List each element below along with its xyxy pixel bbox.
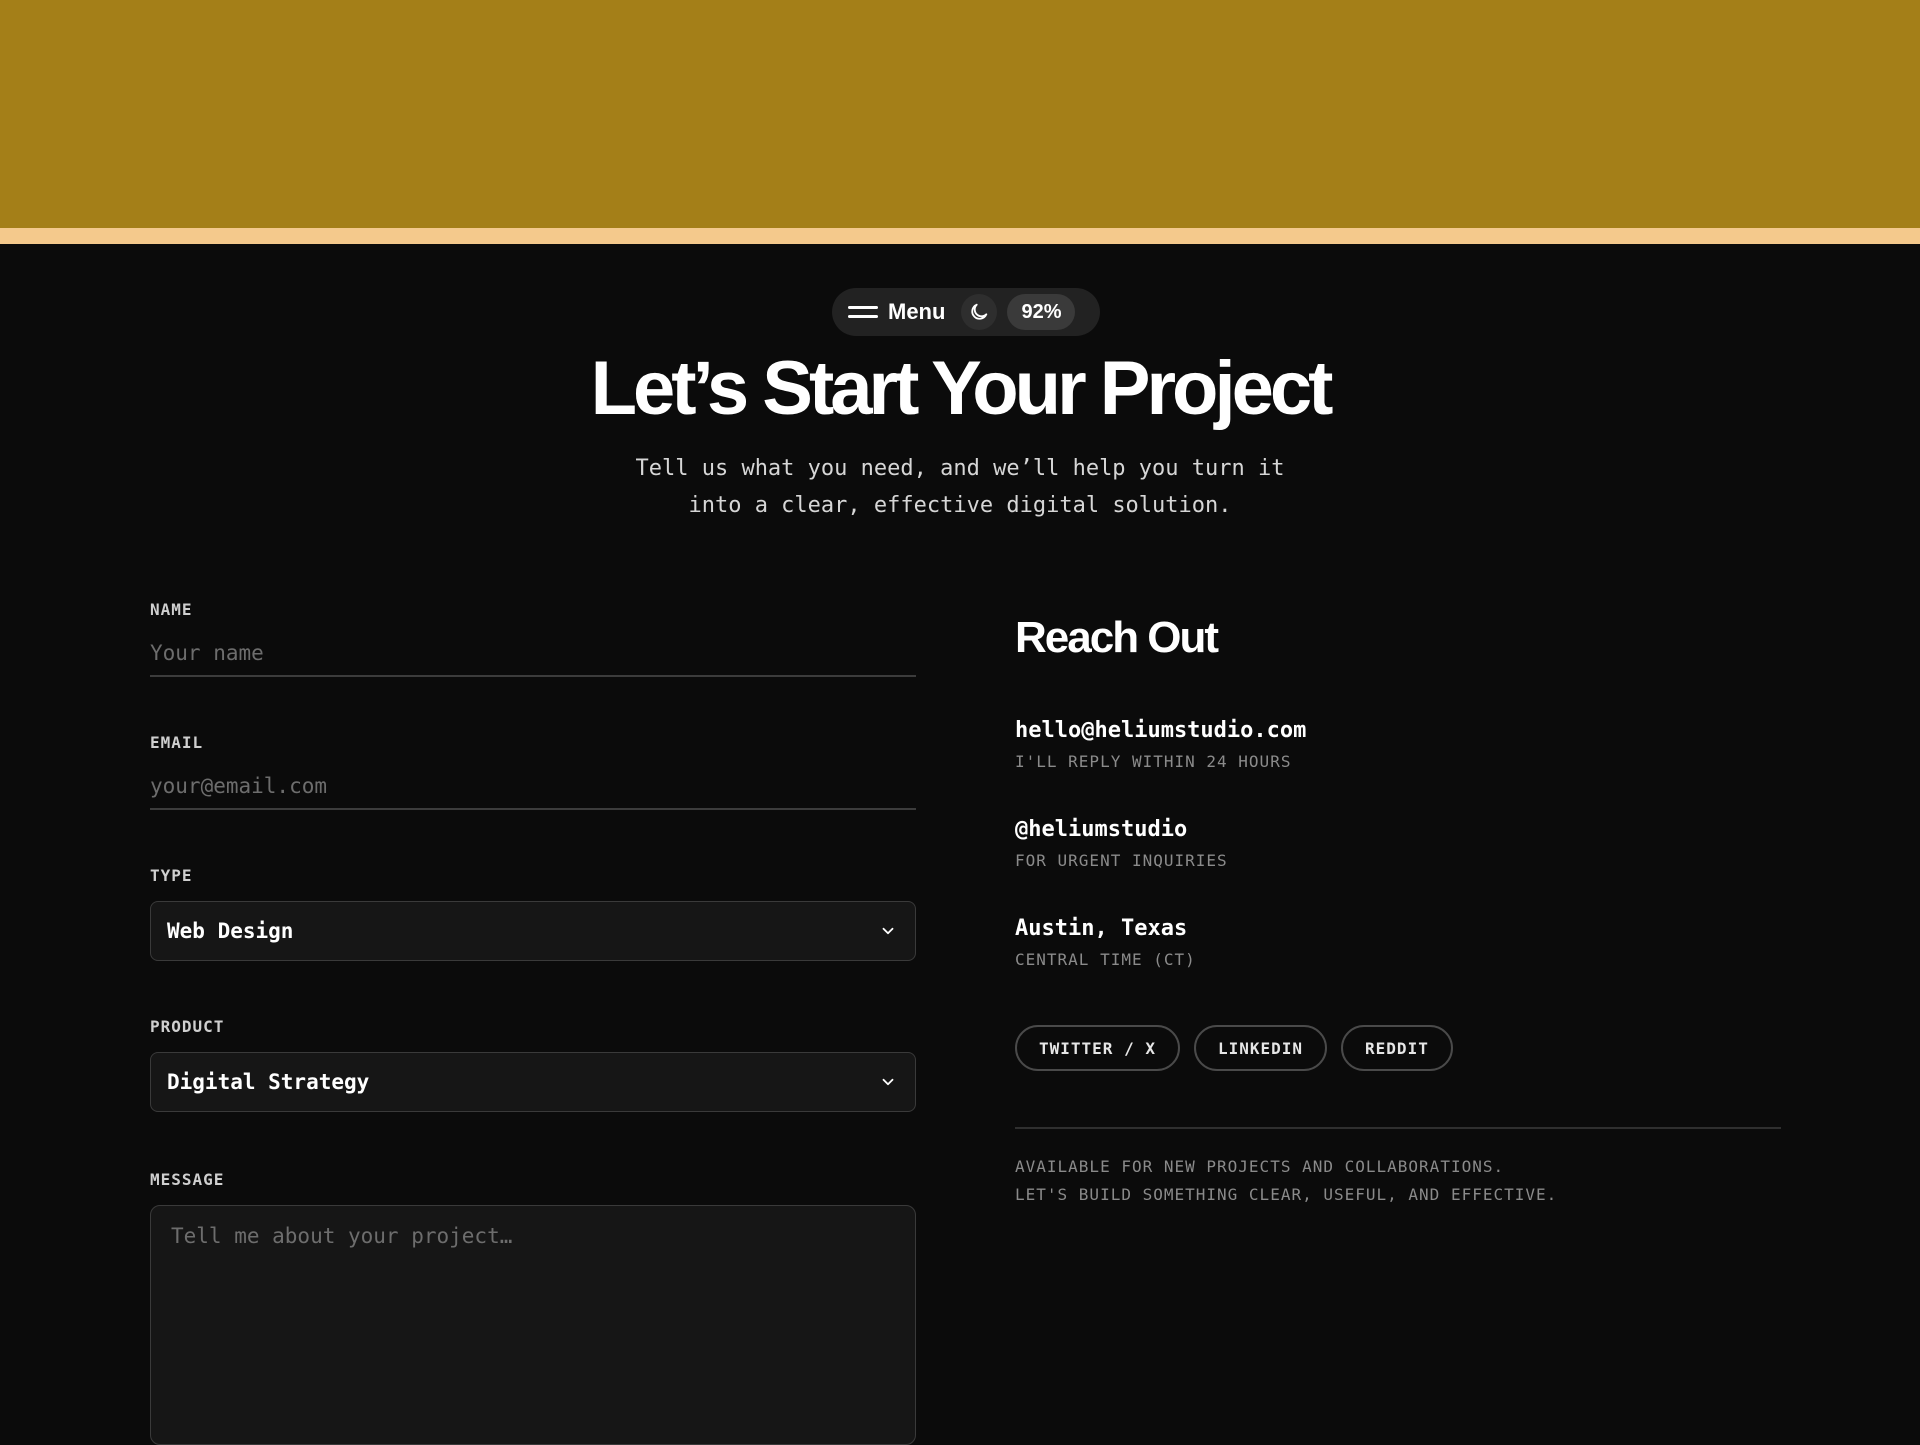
product-select-value: Digital Strategy <box>167 1070 370 1094</box>
page-title: Let’s Start Your Project <box>590 346 1334 431</box>
twitter-link-button[interactable]: TWITTER / X <box>1015 1025 1180 1071</box>
message-label: MESSAGE <box>150 1170 225 1189</box>
hamburger-icon <box>848 304 878 320</box>
theme-toggle-button[interactable] <box>961 294 998 330</box>
reddit-link-button[interactable]: REDDIT <box>1341 1025 1453 1071</box>
email-input[interactable] <box>150 774 916 810</box>
contact-handle-note: FOR URGENT INQUIRIES <box>1015 851 1228 870</box>
type-select-value: Web Design <box>167 919 294 943</box>
email-label: EMAIL <box>150 733 204 752</box>
contact-email-note: I'LL REPLY WITHIN 24 HOURS <box>1015 752 1292 771</box>
type-label: TYPE <box>150 866 193 885</box>
contact-item-location: Austin, Texas CENTRAL TIME (CT) <box>1015 914 1781 969</box>
divider <box>1015 1127 1781 1129</box>
type-select[interactable]: Web Design <box>150 901 916 961</box>
nav-pill: Menu 92% <box>832 288 1100 336</box>
availability-note: AVAILABLE FOR NEW PROJECTS AND COLLABORA… <box>1015 1153 1781 1209</box>
name-input[interactable] <box>150 641 916 677</box>
project-form: NAME EMAIL TYPE Web Design PRODUCT Digit… <box>150 600 916 1445</box>
chevron-down-icon <box>882 927 894 935</box>
contact-panel: Reach Out hello@heliumstudio.com I'LL RE… <box>1015 610 1781 1209</box>
product-label: PRODUCT <box>150 1017 225 1036</box>
menu-button[interactable]: Menu <box>848 299 945 325</box>
contact-location: Austin, Texas <box>1015 916 1188 941</box>
reach-out-heading: Reach Out <box>1015 613 1219 662</box>
availability-line-2: LET'S BUILD SOMETHING CLEAR, USEFUL, AND… <box>1015 1185 1558 1204</box>
top-color-band <box>0 0 1920 228</box>
page-subtitle: Tell us what you need, and we’ll help yo… <box>560 450 1360 524</box>
zoom-badge: 92% <box>1007 294 1076 330</box>
social-links: TWITTER / X LINKEDIN REDDIT <box>1015 1025 1781 1071</box>
availability-line-1: AVAILABLE FOR NEW PROJECTS AND COLLABORA… <box>1015 1157 1505 1176</box>
name-label: NAME <box>150 600 193 619</box>
contact-handle[interactable]: @heliumstudio <box>1015 815 1781 845</box>
contact-location-note: CENTRAL TIME (CT) <box>1015 950 1196 969</box>
message-textarea[interactable] <box>150 1205 916 1445</box>
moon-icon <box>971 303 988 320</box>
contact-email[interactable]: hello@heliumstudio.com <box>1015 716 1781 746</box>
contact-item-handle: @heliumstudio FOR URGENT INQUIRIES <box>1015 815 1781 870</box>
subtitle-line-1: Tell us what you need, and we’ll help yo… <box>635 456 1285 481</box>
product-select[interactable]: Digital Strategy <box>150 1052 916 1112</box>
chevron-down-icon <box>882 1078 894 1086</box>
contact-item-email: hello@heliumstudio.com I'LL REPLY WITHIN… <box>1015 716 1781 771</box>
menu-label: Menu <box>888 299 946 324</box>
top-accent-stripe <box>0 228 1920 244</box>
subtitle-line-2: into a clear, effective digital solution… <box>688 493 1232 518</box>
linkedin-link-button[interactable]: LINKEDIN <box>1193 1025 1328 1071</box>
